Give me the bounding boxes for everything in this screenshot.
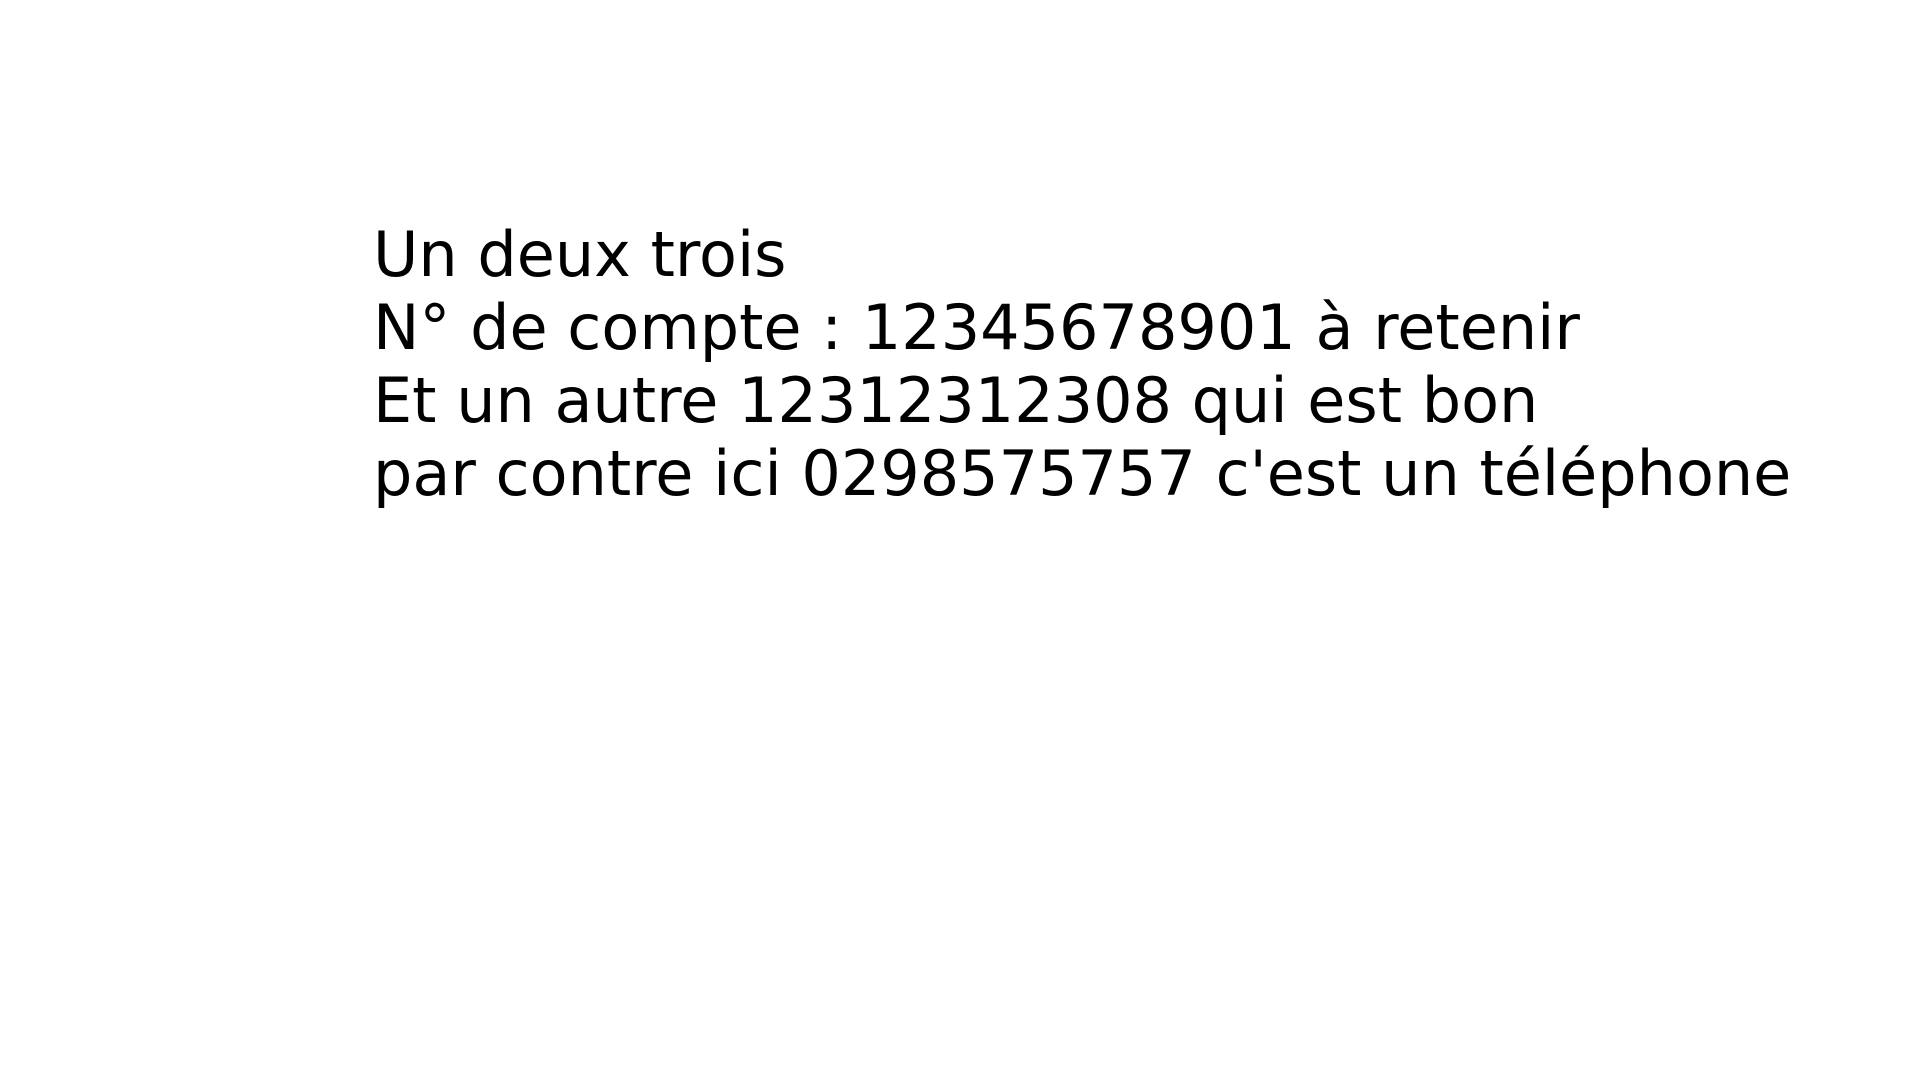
text-line-4: par contre ici 0298575757 c'est un télép… [373,437,1792,510]
text-block: Un deux trois N° de compte : 12345678901… [373,218,1791,510]
text-line-1: Un deux trois [373,218,787,291]
document-page: Un deux trois N° de compte : 12345678901… [0,0,1920,1080]
text-line-2: N° de compte : 12345678901 à retenir [373,291,1580,364]
text-line-3: Et un autre 12312312308 qui est bon [373,364,1539,437]
